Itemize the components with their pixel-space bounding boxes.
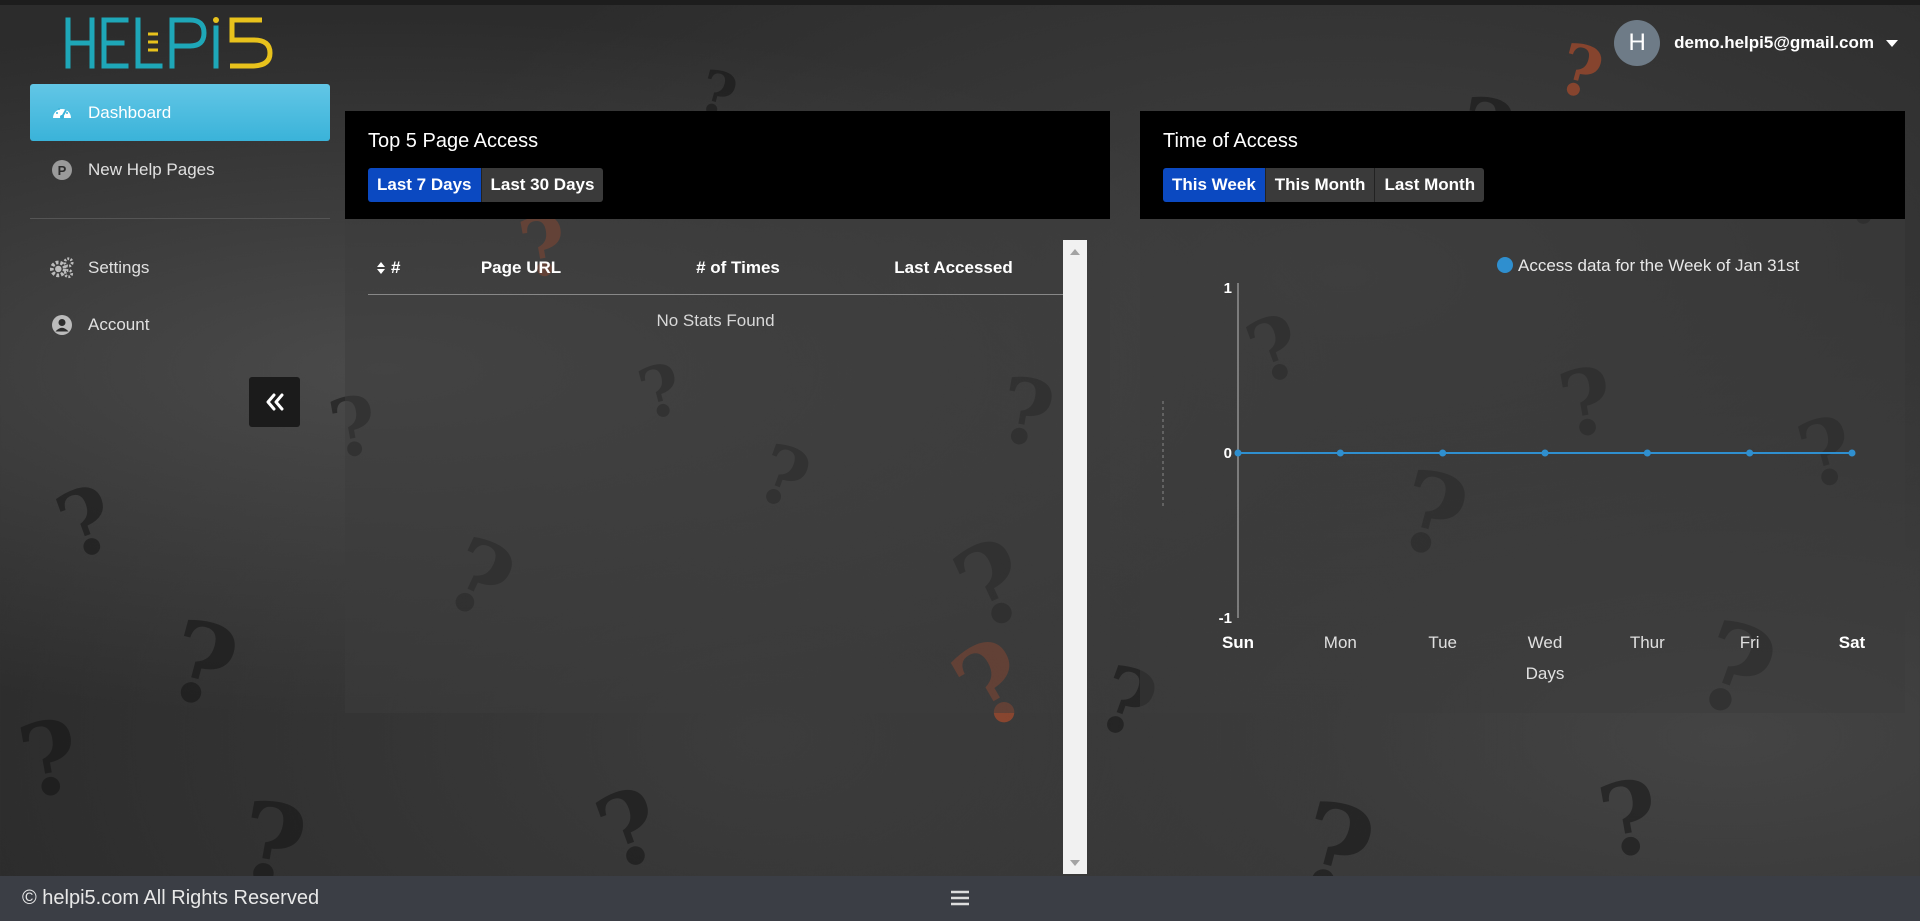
- dashboard-gauge-icon: [50, 101, 74, 125]
- background-question-mark: ?: [154, 593, 251, 736]
- filter-last-month-button[interactable]: Last Month: [1375, 168, 1485, 202]
- legend-marker: [1497, 257, 1513, 273]
- sidebar-divider: [30, 218, 330, 219]
- p-circle-icon: P: [50, 158, 74, 182]
- background-question-mark: ?: [581, 763, 678, 895]
- top-pages-filter-group: Last 7 Days Last 30 Days: [368, 168, 1087, 202]
- user-circle-icon: [50, 313, 74, 337]
- sidebar-item-label: New Help Pages: [88, 159, 215, 179]
- helpi5-logo[interactable]: [62, 14, 297, 72]
- background-question-mark: ?: [43, 464, 130, 582]
- background-question-mark: ?: [1549, 26, 1612, 117]
- collapse-sidebar-button[interactable]: [249, 377, 300, 427]
- scroll-down-arrow-icon[interactable]: [1070, 860, 1080, 866]
- column-header-label: #: [391, 257, 401, 277]
- gears-icon: [50, 256, 74, 280]
- avatar[interactable]: H: [1614, 20, 1661, 66]
- user-menu[interactable]: H demo.helpi5@gmail.com: [1614, 20, 1898, 66]
- filter-last-30-days-button[interactable]: Last 30 Days: [481, 168, 604, 202]
- logo-graphic: [65, 17, 273, 69]
- panel-title: Top 5 Page Access: [368, 130, 539, 152]
- data-point: [1439, 449, 1447, 457]
- column-header-times[interactable]: # of Times: [632, 258, 844, 278]
- hamburger-menu-icon[interactable]: [950, 889, 970, 907]
- x-tick-label: Mon: [1324, 633, 1357, 652]
- user-email[interactable]: demo.helpi5@gmail.com: [1674, 33, 1874, 53]
- sidebar-item-dashboard[interactable]: Dashboard: [30, 84, 330, 141]
- y-tick-label: 0: [1224, 445, 1232, 462]
- table-scrollbar[interactable]: [1063, 240, 1087, 874]
- double-chevron-left-icon: [266, 393, 283, 411]
- sidebar-item-settings[interactable]: Settings: [30, 239, 330, 296]
- filter-last-7-days-button[interactable]: Last 7 Days: [368, 168, 482, 202]
- copyright-text: © helpi5.com All Rights Reserved: [22, 887, 320, 909]
- background-question-mark: ?: [10, 695, 89, 823]
- sidebar-item-account[interactable]: Account: [30, 296, 330, 353]
- panel-title: Time of Access: [1163, 130, 1298, 152]
- scroll-up-arrow-icon[interactable]: [1070, 249, 1080, 255]
- column-header-last-accessed[interactable]: Last Accessed: [844, 258, 1063, 278]
- column-header-page-url[interactable]: Page URL: [410, 258, 632, 278]
- time-of-access-chart: Access data for the Week of Jan 31st 1 0 -1…: [1162, 256, 1866, 683]
- top-pages-panel: Top 5 Page Access Last 7 Days Last 30 Da…: [345, 111, 1110, 713]
- x-tick-label: Fri: [1740, 633, 1760, 652]
- svg-text:P: P: [58, 163, 67, 178]
- time-of-access-header: Time of Access This Week This Month Last…: [1140, 111, 1905, 219]
- sidebar: Dashboard P New Help Pages Settings Acco…: [30, 84, 330, 353]
- filter-this-week-button[interactable]: This Week: [1163, 168, 1266, 202]
- time-filter-group: This Week This Month Last Month: [1163, 168, 1882, 202]
- top-pages-header: Top 5 Page Access Last 7 Days Last 30 Da…: [345, 111, 1110, 219]
- legend-label: Access data for the Week of Jan 31st: [1518, 256, 1800, 275]
- background-question-mark: ?: [1590, 755, 1669, 883]
- sort-icon[interactable]: [376, 261, 386, 275]
- x-tick-label: Thur: [1630, 633, 1665, 652]
- data-point: [1746, 449, 1754, 457]
- x-axis-title: Days: [1526, 664, 1565, 683]
- top-border: [0, 0, 1920, 5]
- sidebar-item-label: Dashboard: [88, 102, 172, 122]
- table-header-row: # Page URL # of Times Last Accessed: [368, 241, 1063, 295]
- x-tick-label: Sat: [1839, 633, 1866, 652]
- x-tick-label: Wed: [1528, 633, 1563, 652]
- data-point: [1234, 449, 1242, 457]
- empty-table-message: No Stats Found: [656, 311, 775, 330]
- sidebar-item-new-help-pages[interactable]: P New Help Pages: [30, 141, 330, 198]
- data-point: [1643, 449, 1651, 457]
- filter-this-month-button[interactable]: This Month: [1265, 168, 1376, 202]
- y-tick-label: -1: [1219, 610, 1232, 627]
- x-tick-label: Tue: [1428, 633, 1457, 652]
- time-of-access-panel: Time of Access This Week This Month Last…: [1140, 111, 1905, 713]
- sidebar-item-label: Settings: [88, 257, 150, 277]
- x-tick-label: Sun: [1222, 633, 1254, 652]
- footer: © helpi5.com All Rights Reserved: [0, 876, 1920, 921]
- top-pages-table: # Page URL # of Times Last Accessed No S…: [368, 241, 1063, 331]
- caret-down-icon[interactable]: [1886, 39, 1898, 47]
- column-header-index[interactable]: #: [368, 258, 410, 278]
- y-tick-label: 1: [1224, 280, 1232, 297]
- data-point: [1541, 449, 1549, 457]
- data-point: [1336, 449, 1344, 457]
- sidebar-item-label: Account: [88, 314, 150, 334]
- data-point: [1848, 449, 1856, 457]
